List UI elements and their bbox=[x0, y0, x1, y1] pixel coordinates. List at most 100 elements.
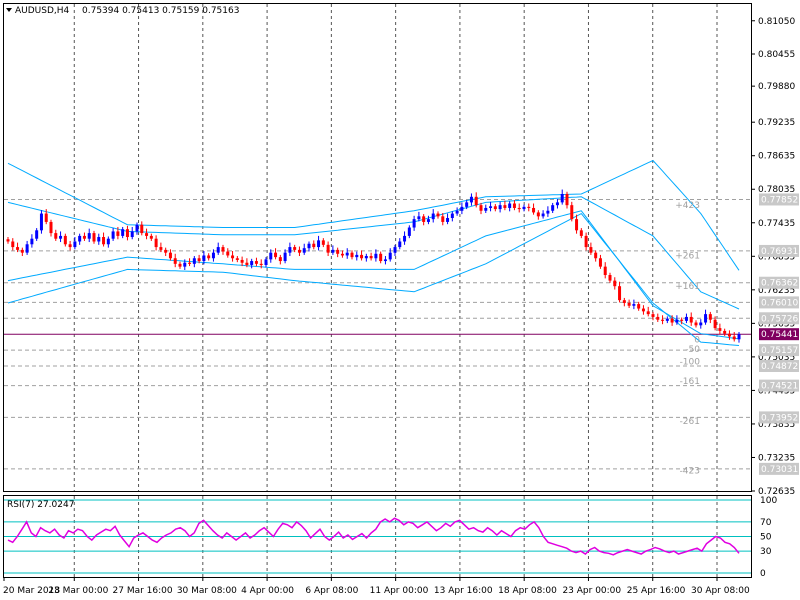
candle-body bbox=[718, 328, 722, 331]
candle-body bbox=[221, 247, 225, 252]
fib-label: -423 bbox=[680, 467, 700, 477]
candle-body bbox=[469, 196, 473, 203]
candle-body bbox=[11, 241, 15, 248]
candle-body bbox=[684, 316, 688, 321]
candle-body bbox=[307, 243, 311, 249]
candle-body bbox=[627, 302, 631, 306]
candle-body bbox=[379, 253, 383, 262]
candle-body bbox=[173, 258, 177, 264]
candle-body bbox=[59, 235, 63, 239]
candle-body bbox=[283, 252, 287, 262]
candle-body bbox=[608, 275, 612, 281]
candle-body bbox=[603, 266, 607, 276]
level-price-tag-label: 0.76010 bbox=[761, 298, 798, 308]
candle-body bbox=[231, 255, 235, 259]
candle-body bbox=[16, 247, 20, 250]
candle-body bbox=[164, 249, 168, 253]
candle-body bbox=[321, 240, 325, 245]
candle-body bbox=[704, 314, 708, 323]
rsi-tick-label: 70 bbox=[760, 518, 772, 528]
candle-body bbox=[426, 219, 430, 222]
x-tick-label: 6 Apr 08:00 bbox=[305, 586, 358, 596]
fib-label: -161 bbox=[680, 377, 700, 387]
candle-body bbox=[154, 238, 158, 248]
candle-body bbox=[302, 248, 306, 253]
candle-body bbox=[374, 253, 378, 259]
candle-body bbox=[536, 212, 540, 217]
candle-body bbox=[30, 238, 34, 245]
candle-body bbox=[422, 216, 426, 222]
candle-body bbox=[278, 257, 282, 262]
ohlc-values: 0.75394 0.75413 0.75159 0.75163 bbox=[82, 6, 239, 16]
candle-body bbox=[689, 316, 693, 323]
candle-body bbox=[737, 334, 741, 340]
candle-body bbox=[226, 251, 230, 256]
candle-body bbox=[637, 304, 641, 309]
x-tick-label: 23 Mar 00:00 bbox=[48, 586, 108, 596]
x-tick-label: 11 Apr 00:00 bbox=[370, 586, 429, 596]
candle-body bbox=[551, 205, 555, 211]
candle-body bbox=[527, 206, 531, 208]
candle-body bbox=[202, 255, 206, 262]
candle-body bbox=[192, 258, 196, 264]
candle-body bbox=[211, 252, 215, 259]
y-tick-label: 0.73235 bbox=[758, 453, 795, 463]
candle-body bbox=[369, 256, 373, 259]
candle-body bbox=[493, 206, 497, 210]
candle-body bbox=[235, 258, 239, 260]
current-price-tag-label: 0.75441 bbox=[761, 330, 798, 340]
level-price-tag-label: 0.74872 bbox=[761, 362, 798, 372]
candle-body bbox=[6, 239, 10, 242]
candle-body bbox=[360, 254, 364, 259]
candle-body bbox=[49, 221, 53, 234]
candle-body bbox=[503, 205, 507, 208]
candle-body bbox=[111, 231, 115, 239]
candle-body bbox=[713, 319, 717, 329]
candle-body bbox=[436, 213, 440, 217]
x-tick-label: 4 Apr 00:00 bbox=[241, 586, 294, 596]
candle-body bbox=[498, 205, 502, 210]
candle-body bbox=[254, 261, 258, 264]
candle-body bbox=[383, 259, 387, 262]
candle-body bbox=[670, 318, 674, 323]
candle-body bbox=[25, 244, 29, 253]
level-price-tag-label: 0.76362 bbox=[761, 279, 798, 289]
fib-label: +423 bbox=[675, 201, 700, 211]
candle-body bbox=[651, 314, 655, 317]
candle-body bbox=[594, 252, 598, 259]
candle-body bbox=[694, 322, 698, 326]
candle-body bbox=[646, 311, 650, 315]
candle-body bbox=[326, 244, 330, 253]
candle-body bbox=[431, 213, 435, 220]
candle-body bbox=[39, 213, 43, 231]
candle-body bbox=[178, 263, 182, 267]
candle-body bbox=[699, 322, 703, 326]
candle-body bbox=[465, 202, 469, 207]
candle-body bbox=[656, 316, 660, 320]
candle-body bbox=[412, 219, 416, 228]
candle-body bbox=[82, 235, 86, 239]
rsi-tick-label: 0 bbox=[760, 569, 766, 579]
candle-body bbox=[675, 319, 679, 323]
candle-body bbox=[665, 318, 669, 321]
candle-body bbox=[723, 330, 727, 334]
candle-body bbox=[708, 314, 712, 320]
candle-body bbox=[293, 247, 297, 250]
candle-body bbox=[44, 213, 48, 222]
level-price-tag-label: 0.75726 bbox=[761, 314, 798, 324]
x-tick-label: 18 Apr 08:00 bbox=[498, 586, 557, 596]
x-tick-label: 25 Apr 16:00 bbox=[627, 586, 686, 596]
fib-label: -100 bbox=[680, 358, 701, 368]
candle-body bbox=[560, 193, 564, 203]
candle-body bbox=[331, 249, 335, 253]
candle-body bbox=[522, 206, 526, 210]
level-price-tag-label: 0.73031 bbox=[761, 465, 798, 475]
candle-body bbox=[207, 255, 211, 259]
x-tick-label: 30 Apr 08:00 bbox=[691, 586, 750, 596]
candle-body bbox=[388, 252, 392, 260]
candle-body bbox=[489, 206, 493, 208]
y-tick-label: 0.80455 bbox=[758, 50, 795, 60]
candle-body bbox=[555, 202, 559, 206]
candle-body bbox=[589, 247, 593, 253]
candle-body bbox=[288, 247, 292, 253]
